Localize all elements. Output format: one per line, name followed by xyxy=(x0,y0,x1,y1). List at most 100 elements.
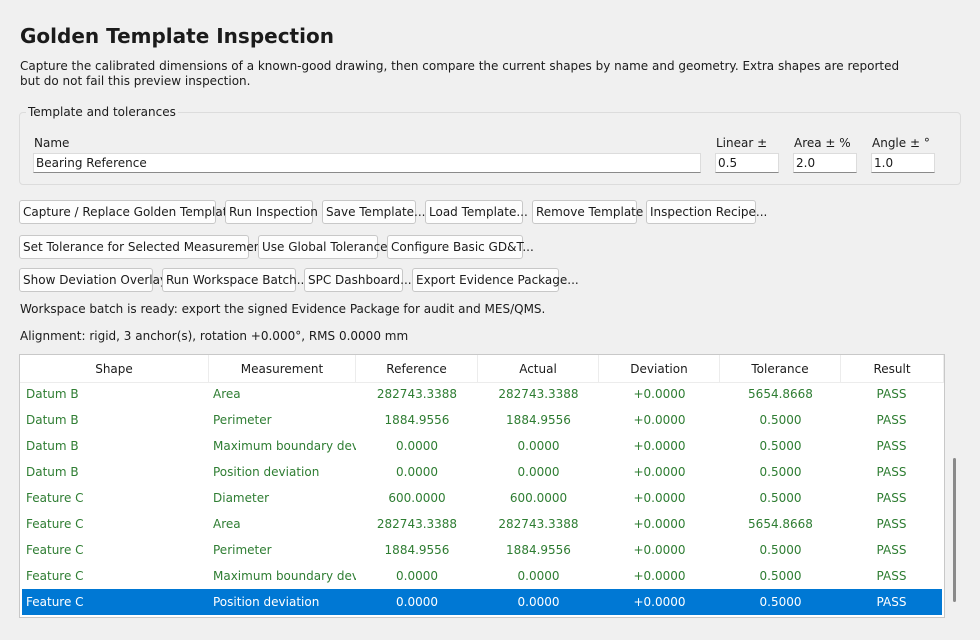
save-template-button[interactable]: Save Template... xyxy=(322,200,425,224)
run-workspace-batch-button[interactable]: Run Workspace Batch... xyxy=(162,268,308,292)
cell-tolerance: 0.5000 xyxy=(759,569,802,583)
cell-result: PASS xyxy=(876,465,907,479)
cell-measurement: Area xyxy=(213,387,241,401)
use-global-tolerance-button[interactable]: Use Global Tolerance xyxy=(258,235,388,259)
cell-deviation: +0.0000 xyxy=(633,413,686,427)
cell-shape: Feature C xyxy=(26,491,84,505)
cell-result: PASS xyxy=(876,491,907,505)
angle-tolerance-input[interactable] xyxy=(871,153,935,173)
cell-reference: 1884.9556 xyxy=(384,413,450,427)
cell-deviation: +0.0000 xyxy=(633,439,686,453)
template-name-input[interactable] xyxy=(33,153,701,173)
show-deviation-overlay-button[interactable]: Show Deviation Overlay xyxy=(19,268,167,292)
cell-shape: Datum B xyxy=(26,387,79,401)
inspection-results-table[interactable]: Shape Measurement Reference Actual Devia… xyxy=(19,354,945,618)
cell-actual: 0.0000 xyxy=(517,465,560,479)
capture-golden-template-button[interactable]: Capture / Replace Golden Template xyxy=(19,200,235,224)
column-header-tolerance[interactable]: Tolerance xyxy=(720,355,841,383)
cell-shape: Datum B xyxy=(26,465,79,479)
cell-result: PASS xyxy=(876,569,907,583)
cell-measurement: Perimeter xyxy=(213,543,272,557)
cell-shape: Feature C xyxy=(26,517,84,531)
export-evidence-package-button[interactable]: Export Evidence Package... xyxy=(412,268,579,292)
cell-shape: Datum B xyxy=(26,413,79,427)
cell-shape: Feature C xyxy=(26,543,84,557)
column-header-shape[interactable]: Shape xyxy=(20,355,209,383)
cell-reference: 0.0000 xyxy=(396,595,438,609)
run-inspection-button[interactable]: Run Inspection xyxy=(225,200,318,224)
page-title: Golden Template Inspection xyxy=(20,24,334,48)
cell-deviation: +0.0000 xyxy=(633,387,686,401)
area-tolerance-input[interactable] xyxy=(793,153,857,173)
spc-dashboard-button[interactable]: SPC Dashboard... xyxy=(304,268,412,292)
cell-actual: 600.0000 xyxy=(509,491,568,505)
table-row[interactable]: Feature C Perimeter 1884.9556 1884.9556 +0.0… xyxy=(22,537,942,563)
angle-tolerance-label: Angle ± ° xyxy=(872,136,930,150)
cell-deviation: +0.0000 xyxy=(633,491,686,505)
cell-measurement: Maximum boundary devia xyxy=(213,439,356,453)
table-row[interactable]: Datum B Position deviation 0.0000 0.0000 +0.… xyxy=(22,459,942,485)
inspection-recipe-button[interactable]: Inspection Recipe... xyxy=(646,200,767,224)
cell-reference: 0.0000 xyxy=(396,465,438,479)
cell-reference: 0.0000 xyxy=(396,439,438,453)
cell-tolerance: 5654.8668 xyxy=(748,387,813,401)
cell-actual: 282743.3388 xyxy=(498,387,579,401)
area-tolerance-label: Area ± % xyxy=(794,136,851,150)
cell-shape: Feature C xyxy=(26,569,84,583)
table-row[interactable]: Feature C Maximum boundary devia 0.0000 0.0… xyxy=(22,563,942,589)
cell-tolerance: 0.5000 xyxy=(759,413,802,427)
group-legend: Template and tolerances xyxy=(26,105,178,119)
cell-shape: Feature C xyxy=(26,595,84,609)
column-header-result[interactable]: Result xyxy=(841,355,944,383)
cell-reference: 1884.9556 xyxy=(384,543,450,557)
cell-deviation: +0.0000 xyxy=(633,595,686,609)
cell-measurement: Diameter xyxy=(213,491,270,505)
load-template-button[interactable]: Load Template... xyxy=(425,200,528,224)
table-row[interactable]: Datum B Maximum boundary devia 0.0000 0.000… xyxy=(22,433,942,459)
set-tolerance-selected-button[interactable]: Set Tolerance for Selected Measurement..… xyxy=(19,235,278,259)
remove-template-button[interactable]: Remove Template xyxy=(532,200,643,224)
linear-tolerance-label: Linear ± xyxy=(716,136,768,150)
cell-tolerance: 0.5000 xyxy=(759,491,802,505)
cell-result: PASS xyxy=(876,595,907,609)
cell-tolerance: 0.5000 xyxy=(759,543,802,557)
cell-reference: 282743.3388 xyxy=(376,387,458,401)
table-row[interactable]: Feature C Diameter 600.0000 600.0000 +0.0000… xyxy=(22,485,942,511)
cell-reference: 600.0000 xyxy=(388,491,446,505)
cell-actual: 282743.3388 xyxy=(498,517,579,531)
table-row[interactable]: Datum B Perimeter 1884.9556 1884.9556 +0.000… xyxy=(22,407,942,433)
cell-actual: 1884.9556 xyxy=(506,543,571,557)
column-header-deviation[interactable]: Deviation xyxy=(599,355,720,383)
table-row[interactable]: Datum B Area 282743.3388 282743.3388 +0.0000… xyxy=(22,381,942,407)
page-description: Capture the calibrated dimensions of a k… xyxy=(20,59,900,88)
batch-status-text: Workspace batch is ready: export the sig… xyxy=(20,302,546,316)
cell-actual: 1884.9556 xyxy=(506,413,571,427)
name-label: Name xyxy=(34,136,70,150)
table-scrollbar-thumb[interactable] xyxy=(953,458,956,602)
column-header-measurement[interactable]: Measurement xyxy=(209,355,356,383)
cell-tolerance: 0.5000 xyxy=(759,465,802,479)
table-row[interactable]: Feature C Area 282743.3388 282743.3388 +0.00… xyxy=(22,511,942,537)
cell-deviation: +0.0000 xyxy=(633,517,686,531)
column-header-actual[interactable]: Actual xyxy=(478,355,599,383)
cell-result: PASS xyxy=(876,413,907,427)
column-header-reference[interactable]: Reference xyxy=(356,355,478,383)
table-header: Shape Measurement Reference Actual Devia… xyxy=(20,355,944,383)
cell-measurement: Position deviation xyxy=(213,595,320,609)
cell-deviation: +0.0000 xyxy=(633,569,686,583)
alignment-status-text: Alignment: rigid, 3 anchor(s), rotation … xyxy=(20,329,409,343)
cell-result: PASS xyxy=(876,439,907,453)
cell-tolerance: 0.5000 xyxy=(759,595,802,609)
configure-gdt-button[interactable]: Configure Basic GD&T... xyxy=(387,235,534,259)
cell-reference: 0.0000 xyxy=(396,569,438,583)
table-row[interactable]: Feature C Position deviation 0.0000 0.0000 +… xyxy=(22,589,942,615)
cell-measurement: Maximum boundary devia xyxy=(213,569,356,583)
cell-deviation: +0.0000 xyxy=(633,465,686,479)
cell-measurement: Area xyxy=(213,517,241,531)
cell-actual: 0.0000 xyxy=(517,439,560,453)
cell-result: PASS xyxy=(876,517,907,531)
cell-measurement: Perimeter xyxy=(213,413,272,427)
cell-reference: 282743.3388 xyxy=(376,517,458,531)
cell-deviation: +0.0000 xyxy=(633,543,686,557)
linear-tolerance-input[interactable] xyxy=(715,153,779,173)
